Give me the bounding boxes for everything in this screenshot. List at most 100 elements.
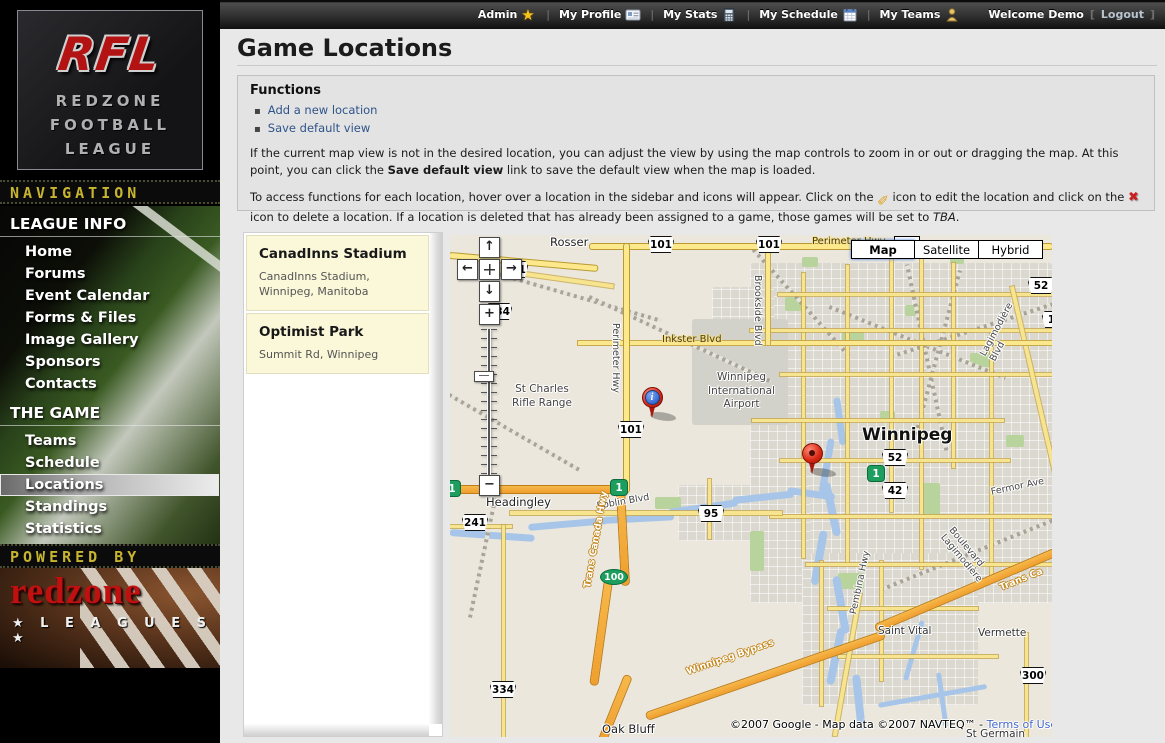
location-list: CanadInns StadiumCanadInns Stadium, Winn… bbox=[246, 235, 429, 376]
star-icon: ★ bbox=[521, 7, 537, 23]
map-label-st-charles-rifle-range: St Charles Rifle Range bbox=[512, 383, 572, 410]
menu-separator: | bbox=[650, 8, 654, 21]
marker-info-icon: i bbox=[645, 390, 660, 405]
location-help-paragraph: To access functions for each location, h… bbox=[250, 187, 1142, 227]
sidebar-item-forms-files[interactable]: Forms & Files bbox=[0, 307, 220, 329]
delete-x-icon: ✖ bbox=[1128, 190, 1139, 205]
functions-heading: Functions bbox=[250, 83, 1142, 98]
menu-separator: | bbox=[546, 8, 550, 21]
sidebar: RFL REDZONE FOOTBALL LEAGUE NAVIGATION L… bbox=[0, 0, 220, 743]
sidebar-item-statistics[interactable]: Statistics bbox=[0, 518, 220, 540]
topbar-my-stats[interactable]: My Stats bbox=[663, 7, 737, 23]
map-label-headingley: Headingley bbox=[486, 495, 551, 509]
sidebar-item-locations[interactable]: Locations bbox=[0, 474, 219, 496]
pan-down-button[interactable]: ↓ bbox=[479, 281, 500, 302]
location-card-optimist-park[interactable]: Optimist ParkSummit Rd, Winnipeg bbox=[246, 313, 429, 374]
highway bbox=[624, 244, 629, 492]
navigation-marquee: NAVIGATION bbox=[0, 180, 220, 204]
topbar-item-label: My Teams bbox=[880, 8, 941, 21]
zoom-slider-track[interactable] bbox=[481, 329, 497, 475]
calendar-icon bbox=[842, 7, 858, 23]
road bbox=[766, 243, 770, 345]
pan-right-button[interactable]: → bbox=[501, 259, 522, 280]
road bbox=[578, 341, 1052, 345]
park-area bbox=[1006, 435, 1024, 447]
topbar-admin[interactable]: Admin ★ bbox=[478, 7, 537, 23]
topbar-item-label: My Profile bbox=[559, 8, 621, 21]
person-icon bbox=[944, 7, 960, 23]
sidebar-item-sponsors[interactable]: Sponsors bbox=[0, 351, 220, 373]
zoom-slider-handle[interactable] bbox=[474, 371, 494, 382]
map-label-winnipeg-bypass: Winnipeg Bypass bbox=[685, 637, 775, 677]
edit-pencil-icon: ✎ bbox=[877, 187, 889, 209]
highway-shield-42: 42 bbox=[882, 482, 908, 499]
calculator-icon bbox=[721, 7, 737, 23]
league-logo-line: REDZONE bbox=[18, 89, 202, 113]
highway-shield-95: 95 bbox=[698, 505, 724, 522]
leagues-logo-text: ★ L E A G U E S ★ bbox=[12, 616, 220, 646]
highway-shield-101: 101 bbox=[756, 236, 782, 253]
road bbox=[752, 419, 1004, 422]
locations-panel: CanadInns StadiumCanadInns Stadium, Winn… bbox=[243, 232, 443, 737]
highway-shield-241: 241 bbox=[462, 514, 488, 531]
save-default-view-link[interactable]: Save default view bbox=[268, 121, 370, 135]
topbar-item-label: Admin bbox=[478, 8, 517, 21]
topbar-menu: Admin★|My Profile|My Stats|My Schedule|M… bbox=[478, 7, 961, 23]
highway-shield-300: 300 bbox=[1020, 667, 1046, 684]
map-canvas[interactable]: RosserPerimeter HwyBrookside BlvdInkster… bbox=[450, 235, 1052, 737]
title-divider bbox=[237, 65, 1157, 66]
zoom-in-button[interactable]: + bbox=[479, 304, 500, 325]
highway-shield-100: 100 bbox=[600, 569, 628, 585]
sidebar-item-schedule[interactable]: Schedule bbox=[0, 452, 220, 474]
map-attribution: ©2007 Google - Map data ©2007 NAVTEQ™ - … bbox=[730, 718, 1052, 731]
map-type-map[interactable]: Map bbox=[851, 240, 915, 259]
highway-shield-52: 52 bbox=[882, 449, 908, 466]
topbar: Admin★|My Profile|My Stats|My Schedule|M… bbox=[220, 0, 1165, 29]
road bbox=[770, 515, 1052, 518]
map-label-brookside-blvd: Brookside Blvd bbox=[752, 275, 763, 346]
map-marker-plain[interactable] bbox=[802, 443, 824, 479]
location-address: CanadInns Stadium, Winnipeg, Manitoba bbox=[259, 270, 416, 300]
sidebar-item-teams[interactable]: Teams bbox=[0, 430, 220, 452]
location-name: Optimist Park bbox=[259, 324, 416, 340]
topbar-my-teams[interactable]: My Teams bbox=[880, 7, 961, 23]
highway-shield-101: 101 bbox=[618, 421, 644, 438]
sidebar-item-event-calendar[interactable]: Event Calendar bbox=[0, 285, 220, 307]
horizontal-scrollbar[interactable] bbox=[244, 724, 429, 736]
topbar-my-profile[interactable]: My Profile bbox=[559, 7, 641, 23]
location-card-canadinns-stadium[interactable]: CanadInns StadiumCanadInns Stadium, Winn… bbox=[246, 235, 429, 311]
terms-of-use-link[interactable]: Terms of Use bbox=[987, 718, 1052, 731]
add-location-link[interactable]: Add a new location bbox=[268, 103, 378, 117]
logout-link[interactable]: Logout bbox=[1101, 8, 1144, 21]
map-type-hybrid[interactable]: Hybrid bbox=[979, 240, 1043, 259]
sidebar-item-image-gallery[interactable]: Image Gallery bbox=[0, 329, 220, 351]
powered-by-marquee: POWERED BY bbox=[0, 544, 220, 568]
road bbox=[510, 511, 782, 515]
page-title: Game Locations bbox=[237, 34, 452, 62]
pan-left-button[interactable]: ← bbox=[457, 259, 478, 280]
map-type-satellite[interactable]: Satellite bbox=[915, 240, 979, 259]
map-label-winnipeg-international-airport: Winnipeg International Airport bbox=[708, 371, 775, 412]
highway-shield-101: 101 bbox=[648, 236, 674, 253]
scrollbar-corner bbox=[429, 724, 442, 736]
menu-separator: | bbox=[746, 8, 750, 21]
sidebar-item-home[interactable]: Home bbox=[0, 241, 220, 263]
sidebar-item-contacts[interactable]: Contacts bbox=[0, 373, 220, 395]
map-marker-info[interactable]: i bbox=[642, 387, 664, 423]
map-label-vermette: Vermette bbox=[978, 627, 1026, 639]
map-label-perimeter-hwy: Perimeter Hwy bbox=[610, 323, 621, 393]
welcome-text: Welcome Demo bbox=[988, 8, 1083, 21]
pan-up-button[interactable]: ↑ bbox=[479, 237, 500, 258]
vertical-scrollbar[interactable] bbox=[429, 233, 442, 724]
sidebar-item-forums[interactable]: Forums bbox=[0, 263, 220, 285]
tba-italic: TBA bbox=[933, 210, 956, 224]
list-item: Add a new location bbox=[254, 102, 1142, 120]
pan-center-button[interactable] bbox=[479, 259, 500, 280]
topbar-my-schedule[interactable]: My Schedule bbox=[759, 7, 858, 23]
pan-center-icon bbox=[484, 264, 495, 275]
road bbox=[990, 331, 993, 581]
sidebar-item-standings[interactable]: Standings bbox=[0, 496, 220, 518]
redzone-leagues-logo[interactable]: redzone ★ L E A G U E S ★ bbox=[0, 568, 220, 668]
park-area bbox=[750, 531, 764, 571]
zoom-out-button[interactable]: − bbox=[479, 475, 500, 496]
